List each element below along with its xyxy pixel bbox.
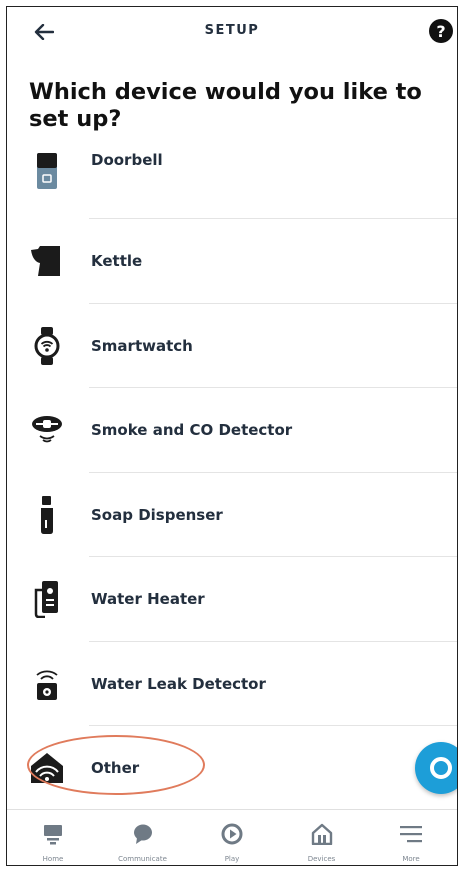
app-screen: SETUP ? Which device would you like to s… [6,6,458,866]
menu-icon [399,822,423,846]
bottom-nav: Home Communicate Play Devices More [7,809,457,865]
nav-label: More [402,855,420,863]
help-button[interactable]: ? [429,19,453,43]
nav-item-play[interactable]: Play [190,810,274,865]
device-item-water-leak-detector[interactable]: Water Leak Detector [7,642,457,726]
water-heater-icon [29,579,65,619]
nav-label: Play [224,855,240,863]
home-icon [41,822,65,846]
page-title: Which device would you like to set up? [29,79,422,132]
smoke-detector-icon [29,410,65,450]
device-item-water-heater[interactable]: Water Heater [7,557,457,642]
device-label: Water Heater [91,590,205,609]
nav-label: Home [42,855,64,863]
nav-item-communicate[interactable]: Communicate [101,810,185,865]
devices-icon [310,822,334,846]
device-label: Other [91,759,140,778]
alexa-icon [430,757,452,779]
nav-label: Devices [307,855,336,863]
device-item-other[interactable]: Other [7,726,457,811]
device-label: Smartwatch [91,336,193,355]
smartwatch-icon [29,326,65,366]
soap-dispenser-icon [29,495,65,535]
other-device-icon [29,748,65,788]
nav-label: Communicate [118,855,167,863]
kettle-icon [29,241,65,281]
device-label: Soap Dispenser [91,505,223,524]
water-leak-detector-icon [29,664,65,704]
device-label: Water Leak Detector [91,674,266,693]
header-title: SETUP [204,23,260,38]
device-item-smoke-and-co-detector[interactable]: Smoke and CO Detector [7,388,457,473]
play-icon [220,822,244,846]
doorbell-icon [29,151,65,191]
device-list: Doorbell Kettle Smartwatch Smoke and CO … [7,135,457,811]
alexa-button[interactable] [415,742,457,794]
nav-item-more[interactable]: More [369,810,453,865]
device-label: Kettle [91,252,143,271]
nav-item-devices[interactable]: Devices [280,810,364,865]
device-label: Smoke and CO Detector [91,421,293,440]
device-item-doorbell[interactable]: Doorbell [7,135,457,219]
chat-icon [131,822,155,846]
help-icon: ? [436,21,446,41]
app-header: SETUP ? [7,7,457,55]
nav-item-home[interactable]: Home [11,810,95,865]
device-item-soap-dispenser[interactable]: Soap Dispenser [7,473,457,557]
device-item-smartwatch[interactable]: Smartwatch [7,304,457,388]
device-item-kettle[interactable]: Kettle [7,219,457,304]
device-label: Doorbell [91,151,163,169]
